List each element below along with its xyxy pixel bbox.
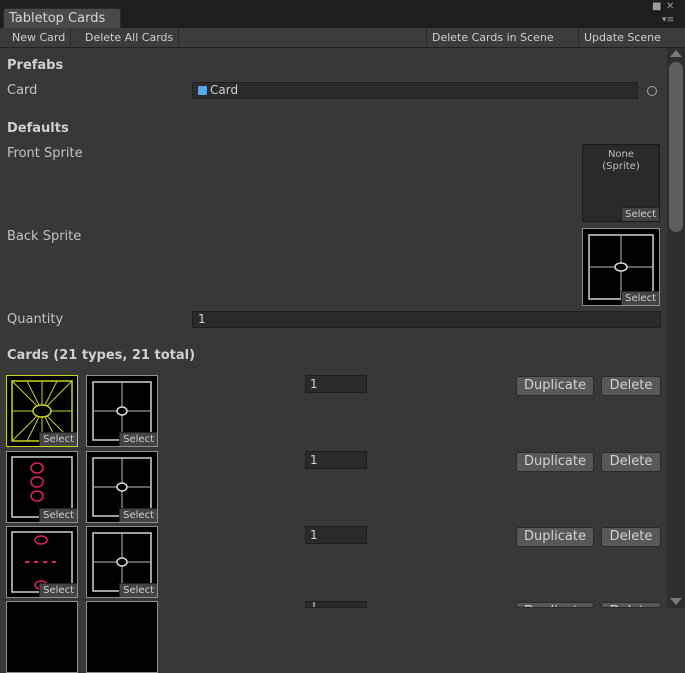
- card-prefab-field[interactable]: Card: [192, 82, 638, 99]
- card-front-thumb[interactable]: [6, 601, 78, 673]
- card-back-select-button[interactable]: Select: [119, 432, 157, 446]
- delete-button[interactable]: Delete: [601, 376, 661, 396]
- card-back-select-button[interactable]: Select: [119, 583, 157, 597]
- card-front-select-button[interactable]: Select: [39, 583, 77, 597]
- card-quantity-field[interactable]: 1: [305, 601, 367, 608]
- card-back-thumb[interactable]: Select: [86, 526, 158, 598]
- window-tab-bar: Tabletop Cards ■ ✕ ▾≡: [0, 0, 685, 28]
- close-icon[interactable]: ✕: [666, 2, 674, 12]
- back-sprite-select-button[interactable]: Select: [621, 291, 659, 305]
- scrollbar-thumb[interactable]: [669, 62, 683, 232]
- front-sprite-select-button[interactable]: Select: [621, 207, 659, 221]
- front-sprite-label: Front Sprite: [7, 146, 83, 161]
- duplicate-button[interactable]: Duplicate: [516, 376, 594, 396]
- delete-cards-in-scene-button[interactable]: Delete Cards in Scene: [426, 28, 559, 47]
- card-quantity-field[interactable]: 1: [305, 451, 367, 469]
- delete-button[interactable]: Delete: [601, 602, 661, 608]
- update-scene-button[interactable]: Update Scene: [578, 28, 666, 47]
- card-prefab-value: Card: [210, 83, 239, 97]
- defaults-heading: Defaults: [7, 121, 69, 136]
- scroll-down-arrow-icon[interactable]: [670, 598, 682, 605]
- delete-button[interactable]: Delete: [601, 527, 661, 547]
- card-front-select-button[interactable]: Select: [39, 508, 77, 522]
- card-front-thumb[interactable]: Select: [6, 375, 78, 447]
- delete-button[interactable]: Delete: [601, 452, 661, 472]
- back-sprite-label: Back Sprite: [7, 229, 82, 244]
- object-picker-icon[interactable]: [647, 86, 657, 96]
- back-sprite-field[interactable]: Select: [582, 228, 660, 306]
- card-back-thumb[interactable]: Select: [86, 375, 158, 447]
- cards-heading: Cards (21 types, 21 total): [7, 348, 196, 363]
- tab-tabletop-cards[interactable]: Tabletop Cards: [3, 8, 121, 28]
- duplicate-button[interactable]: Duplicate: [516, 452, 594, 472]
- duplicate-button[interactable]: Duplicate: [516, 527, 594, 547]
- prefabs-heading: Prefabs: [7, 58, 64, 73]
- prefab-cube-icon: [198, 86, 207, 95]
- card-quantity-field[interactable]: 1: [305, 526, 367, 544]
- toolbar: New Card Delete All Cards Delete Cards i…: [0, 28, 685, 48]
- card-back-thumb[interactable]: [86, 601, 158, 673]
- card-quantity-field[interactable]: 1: [305, 375, 367, 393]
- card-front-thumb[interactable]: Select: [6, 451, 78, 523]
- duplicate-button[interactable]: Duplicate: [516, 602, 594, 608]
- front-sprite-none: None (Sprite): [602, 149, 640, 172]
- front-sprite-field[interactable]: None (Sprite) Select: [582, 144, 660, 222]
- card-back-thumb[interactable]: Select: [86, 451, 158, 523]
- scroll-up-arrow-icon[interactable]: [670, 50, 682, 57]
- maximize-icon[interactable]: ■: [652, 2, 661, 12]
- card-front-thumb[interactable]: Select: [6, 526, 78, 598]
- delete-all-cards-button[interactable]: Delete All Cards: [80, 28, 180, 47]
- card-prefab-label: Card: [7, 83, 38, 98]
- quantity-label: Quantity: [7, 312, 64, 327]
- quantity-field[interactable]: 1: [192, 311, 661, 328]
- new-card-button[interactable]: New Card: [7, 28, 72, 47]
- card-front-select-button[interactable]: Select: [39, 432, 77, 446]
- card-back-select-button[interactable]: Select: [119, 508, 157, 522]
- menu-icon[interactable]: ▾≡: [662, 15, 674, 25]
